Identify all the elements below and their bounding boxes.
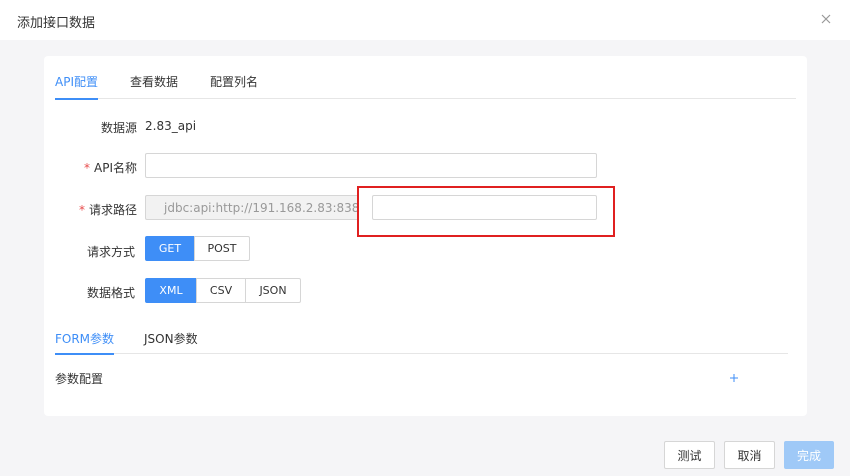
request-method-toggle: GET POST bbox=[145, 236, 250, 261]
param-config-label: 参数配置 bbox=[55, 372, 104, 386]
tab-json-params[interactable]: JSON参数 bbox=[144, 330, 198, 354]
required-mark: * bbox=[78, 203, 85, 217]
tab-form-params[interactable]: FORM参数 bbox=[55, 330, 115, 355]
highlight-annotation bbox=[357, 186, 615, 237]
request-method-label: 请求方式 bbox=[86, 245, 135, 259]
datasource-value: 2.83_api bbox=[145, 119, 197, 133]
data-format-toggle: XML CSV JSON bbox=[145, 278, 301, 303]
method-post-button[interactable]: POST bbox=[194, 236, 250, 261]
request-path-label-text: 请求路径 bbox=[88, 203, 137, 217]
format-csv-button[interactable]: CSV bbox=[196, 278, 246, 303]
done-button[interactable]: 完成 bbox=[784, 441, 834, 469]
data-format-label: 数据格式 bbox=[86, 286, 135, 300]
request-path-prefix: jdbc:api:http://191.168.2.83:8383/a... bbox=[145, 195, 357, 220]
api-name-label-text: API名称 bbox=[94, 161, 137, 175]
tab-api-config[interactable]: API配置 bbox=[55, 73, 98, 100]
api-name-label: * API名称 bbox=[44, 159, 137, 176]
dialog-header: 添加接口数据 bbox=[0, 0, 850, 40]
datasource-label: 数据源 bbox=[100, 121, 137, 135]
close-icon[interactable] bbox=[818, 11, 834, 27]
format-xml-button[interactable]: XML bbox=[145, 278, 197, 303]
plus-icon[interactable] bbox=[727, 371, 741, 385]
param-tabs: FORM参数 JSON参数 bbox=[55, 316, 788, 355]
required-mark: * bbox=[84, 161, 90, 175]
dialog-title: 添加接口数据 bbox=[17, 16, 96, 31]
api-name-input[interactable] bbox=[145, 153, 597, 178]
method-get-button[interactable]: GET bbox=[145, 236, 195, 261]
tab-config-columns[interactable]: 配置列名 bbox=[210, 73, 258, 99]
format-json-button[interactable]: JSON bbox=[245, 278, 301, 303]
main-tabs: API配置 查看数据 配置列名 bbox=[55, 56, 796, 100]
cancel-button[interactable]: 取消 bbox=[724, 441, 775, 469]
test-button[interactable]: 测试 bbox=[664, 441, 715, 469]
request-path-label: * 请求路径 bbox=[44, 201, 137, 218]
tab-view-data[interactable]: 查看数据 bbox=[130, 73, 178, 99]
